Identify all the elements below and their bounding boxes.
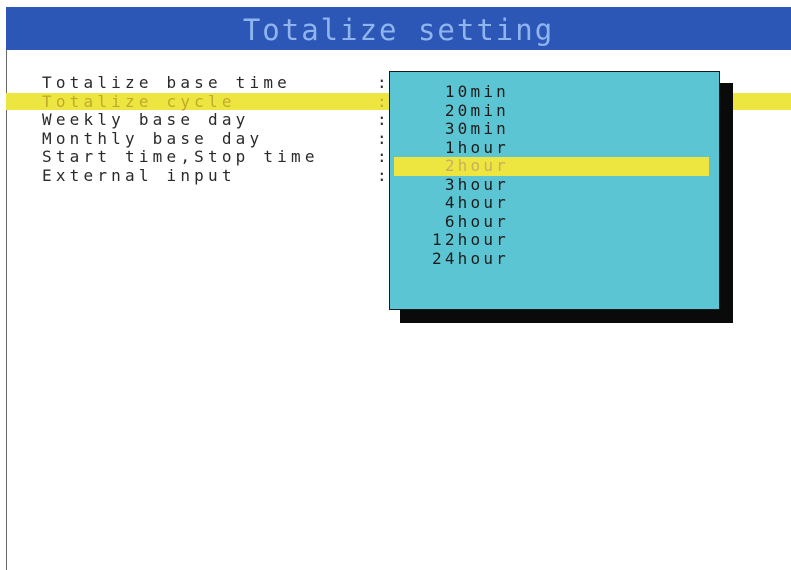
option-label: 24hour	[432, 248, 509, 268]
totalize-setting-screen: Totalize setting Totalize base time: Tot…	[0, 0, 791, 570]
setting-row-weekly-base-day[interactable]: Weekly base day:	[42, 110, 391, 130]
screen-left-border	[6, 50, 7, 570]
option-label: 3hour	[444, 174, 509, 194]
settings-list: Totalize base time: Totalize cycle: Week…	[42, 73, 391, 186]
option-1hour[interactable]: 1hour	[390, 137, 719, 158]
option-label: 12hour	[432, 230, 509, 249]
setting-label: Monthly base day	[42, 128, 264, 148]
option-20min[interactable]: 20min	[390, 100, 719, 121]
option-4hour[interactable]: 4hour	[390, 193, 719, 213]
option-12hour[interactable]: 12hour	[390, 230, 719, 250]
option-label: 2hour	[444, 156, 509, 175]
setting-label: Weekly base day	[42, 110, 250, 129]
option-label: 20min	[444, 100, 509, 120]
option-label: 1hour	[444, 137, 509, 157]
option-2hour-selected[interactable]: 2hour	[394, 156, 709, 176]
screen-title: Totalize setting	[242, 13, 555, 47]
setting-label: Totalize base time	[42, 73, 291, 92]
setting-row-totalize-base-time[interactable]: Totalize base time:	[42, 73, 391, 93]
setting-row-totalize-cycle[interactable]: Totalize cycle:	[42, 91, 391, 112]
option-label: 6hour	[444, 211, 509, 231]
option-list: 10min 20min 30min 1hour 2hour 3hour 4hou…	[390, 82, 719, 269]
setting-label: Totalize cycle	[42, 91, 236, 111]
setting-row-monthly-base-day[interactable]: Monthly base day:	[42, 128, 391, 149]
setting-label: External input	[42, 165, 236, 185]
option-24hour[interactable]: 24hour	[390, 248, 719, 269]
option-label: 10min	[444, 82, 509, 101]
option-10min[interactable]: 10min	[390, 82, 719, 102]
option-3hour[interactable]: 3hour	[390, 174, 719, 195]
setting-row-start-stop-time[interactable]: Start time,Stop time:	[42, 147, 391, 167]
title-bar: Totalize setting	[6, 7, 791, 50]
option-6hour[interactable]: 6hour	[390, 211, 719, 232]
option-label: 4hour	[444, 193, 509, 212]
setting-row-external-input[interactable]: External input:	[42, 165, 391, 186]
option-label: 30min	[444, 119, 509, 138]
option-30min[interactable]: 30min	[390, 119, 719, 139]
cycle-dropdown-list[interactable]: 10min 20min 30min 1hour 2hour 3hour 4hou…	[389, 71, 720, 310]
setting-label: Start time,Stop time	[42, 147, 319, 166]
